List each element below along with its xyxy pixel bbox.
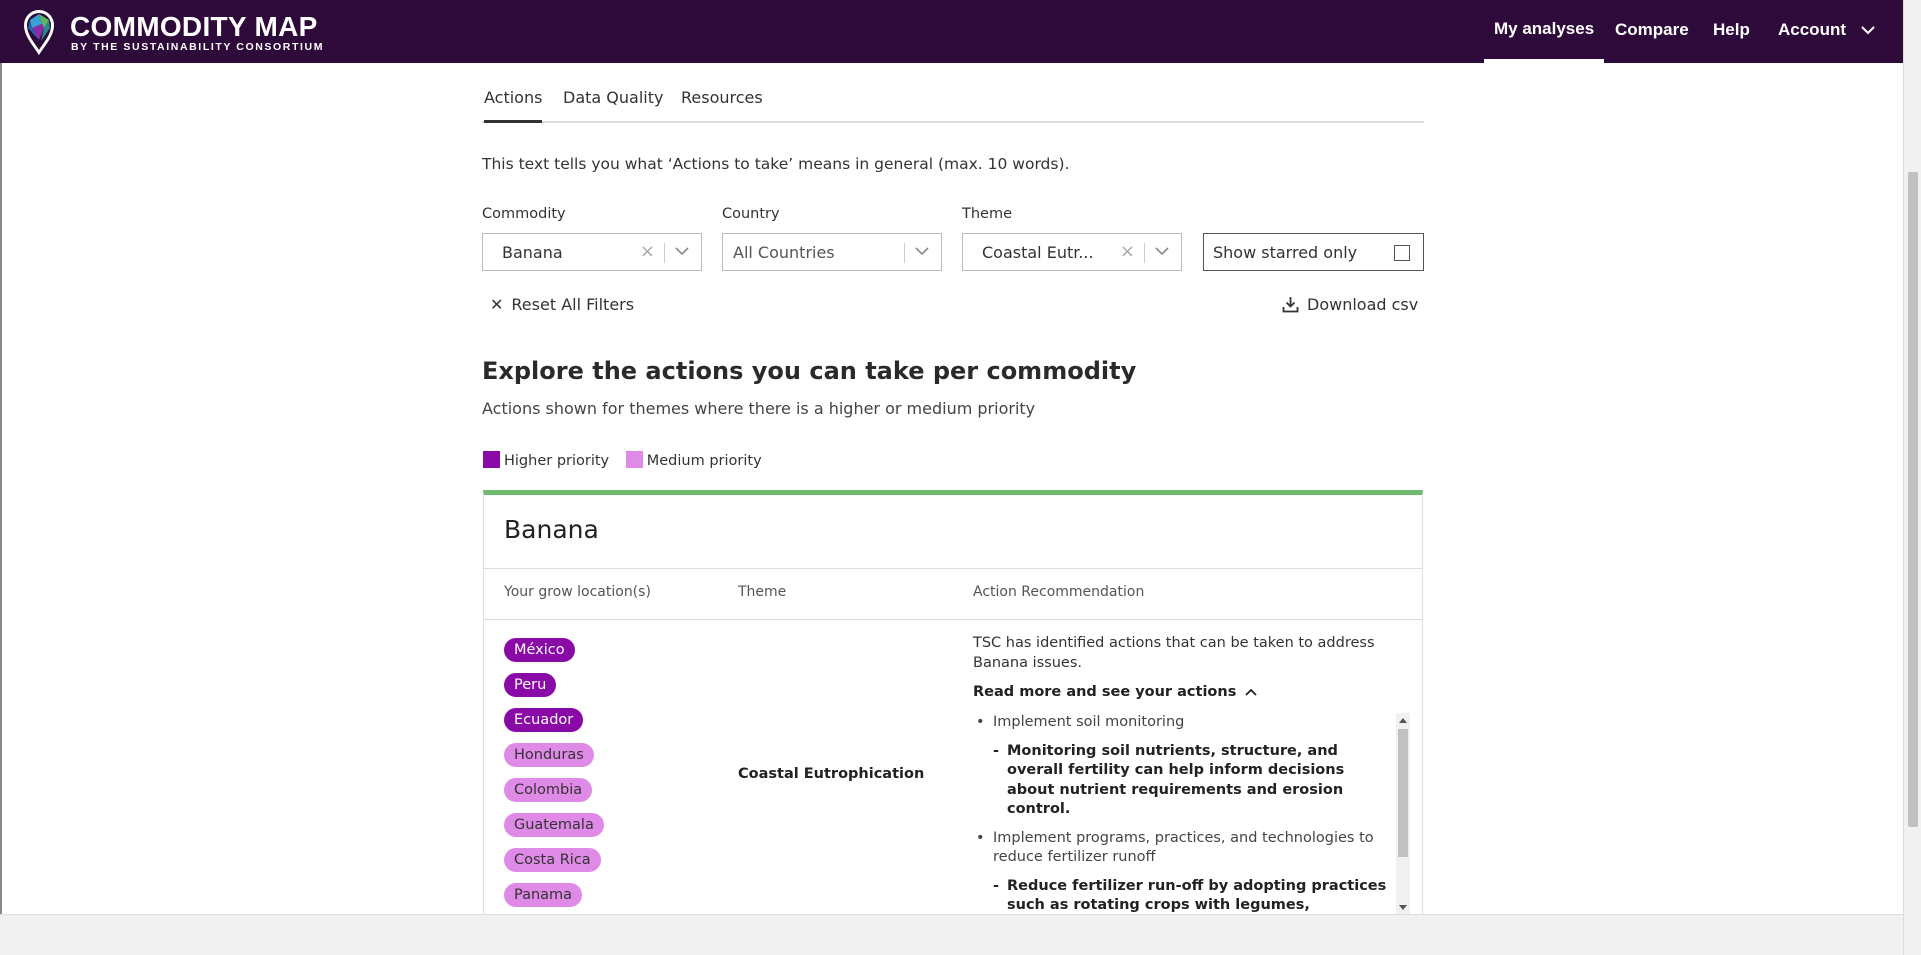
chevron-down-icon[interactable] <box>915 247 929 256</box>
select-separator <box>1144 243 1145 263</box>
scroll-thumb[interactable] <box>1398 729 1408 857</box>
scroll-down-icon[interactable] <box>1399 905 1407 910</box>
download-icon <box>1282 297 1299 313</box>
column-header-recommendation: Action Recommendation <box>973 584 1145 600</box>
section-title: Explore the actions you can take per com… <box>482 357 1137 385</box>
show-starred-label: Show starred only <box>1213 243 1358 262</box>
reset-filters-label: Reset All Filters <box>511 295 635 314</box>
location-pill: Ecuador <box>504 708 584 732</box>
actions-scrollbar[interactable] <box>1396 713 1410 915</box>
legend-swatch-higher <box>483 451 500 468</box>
theme-name: Coastal Eutrophication <box>738 766 925 782</box>
intro-text: This text tells you what ‘Actions to tak… <box>482 155 1070 173</box>
legend-medium-label: Medium priority <box>646 453 762 469</box>
divider <box>484 619 1422 620</box>
show-starred-toggle[interactable]: Show starred only <box>1203 233 1424 271</box>
nav-account[interactable]: Account <box>1778 0 1875 63</box>
country-select[interactable]: All Countries <box>722 233 942 271</box>
legend-higher-label: Higher priority <box>504 453 610 469</box>
download-csv-button[interactable]: Download csv <box>1282 295 1418 314</box>
actions-list[interactable]: Implement soil monitoring Monitoring soil… <box>973 713 1410 915</box>
scroll-up-icon[interactable] <box>1399 718 1407 723</box>
nav-compare[interactable]: Compare <box>1615 0 1689 63</box>
select-separator <box>664 243 665 263</box>
chevron-down-icon[interactable] <box>1155 247 1169 256</box>
nav-my-analyses-label: My analyses <box>1494 19 1595 38</box>
column-header-theme: Theme <box>738 584 787 600</box>
clear-icon[interactable]: × <box>1120 241 1135 262</box>
legend-medium: Medium priority <box>625 451 762 469</box>
tab-resources[interactable]: Resources <box>681 88 763 123</box>
nav-compare-label: Compare <box>1615 20 1689 39</box>
nav-help[interactable]: Help <box>1713 0 1750 63</box>
location-pill: Honduras <box>504 743 594 767</box>
tab-actions[interactable]: Actions <box>484 88 543 123</box>
commodity-label: Commodity <box>482 206 566 222</box>
nav-help-label: Help <box>1713 20 1750 39</box>
priority-legend: Higher priority Medium priority <box>483 451 774 469</box>
actions-content: Implement soil monitoring Monitoring soil… <box>973 713 1393 915</box>
commodity-value: Banana <box>502 243 563 262</box>
brand-title: COMMODITY MAP <box>70 11 318 42</box>
location-pill: Colombia <box>504 778 593 802</box>
theme-label: Theme <box>962 206 1013 222</box>
legend-swatch-medium <box>625 451 643 468</box>
legend-higher: Higher priority <box>483 451 609 469</box>
recommendation-text: TSC has identified actions that can be t… <box>973 635 1375 671</box>
page-scroll-thumb[interactable] <box>1908 172 1918 827</box>
action-detail: Reduce fertilizer run-off by adopting pr… <box>973 877 1393 916</box>
select-separator <box>904 243 905 263</box>
bottom-scroll-area <box>0 914 1903 955</box>
action-title: Implement soil monitoring <box>973 713 1393 733</box>
country-label: Country <box>722 206 780 222</box>
column-header-locations: Your grow location(s) <box>504 584 651 600</box>
top-navigation-bar: COMMODITY MAP BY THE SUSTAINABILITY CONS… <box>0 0 1903 63</box>
theme-select[interactable]: Coastal Eutr... × <box>962 233 1182 271</box>
reset-filters-button[interactable]: ✕ Reset All Filters <box>490 295 634 314</box>
page-edge <box>0 63 2 914</box>
nav-my-analyses[interactable]: My analyses <box>1484 0 1605 63</box>
read-more-label: Read more and see your actions <box>973 684 1237 700</box>
chevron-up-icon <box>1245 688 1258 696</box>
location-pill: Panama <box>504 883 583 907</box>
chevron-down-icon <box>1861 26 1875 35</box>
location-pill: México <box>504 638 575 662</box>
action-title: Implement programs, practices, and techn… <box>973 829 1393 868</box>
show-starred-checkbox[interactable] <box>1394 245 1410 261</box>
location-pill: Costa Rica <box>504 848 601 872</box>
nav-account-label: Account <box>1778 20 1846 39</box>
divider <box>484 568 1422 569</box>
clear-icon[interactable]: × <box>640 241 655 262</box>
chevron-down-icon[interactable] <box>675 247 689 256</box>
section-subtitle: Actions shown for themes where there is … <box>482 399 1036 418</box>
commodity-map-logo[interactable] <box>22 8 56 56</box>
page-scrollbar[interactable] <box>1903 0 1921 955</box>
action-detail: Monitoring soil nutrients, structure, an… <box>973 742 1393 820</box>
read-more-toggle[interactable]: Read more and see your actions <box>973 684 1258 700</box>
theme-value: Coastal Eutr... <box>982 243 1094 262</box>
location-list: México Peru Ecuador Honduras Colombia Guatema… <box>504 638 604 918</box>
location-pill: Peru <box>504 673 557 697</box>
tab-data-quality[interactable]: Data Quality <box>563 88 663 123</box>
download-csv-label: Download csv <box>1307 295 1419 314</box>
tab-bar: Actions Data Quality Resources <box>482 86 1424 123</box>
close-icon: ✕ <box>490 295 504 314</box>
brand-subtitle: BY THE SUSTAINABILITY CONSORTIUM <box>71 41 325 53</box>
commodity-select[interactable]: Banana × <box>482 233 702 271</box>
country-placeholder: All Countries <box>733 243 835 262</box>
commodity-card: Banana Your grow location(s) Theme Actio… <box>483 490 1423 926</box>
card-title: Banana <box>504 515 599 544</box>
location-pill: Guatemala <box>504 813 604 837</box>
